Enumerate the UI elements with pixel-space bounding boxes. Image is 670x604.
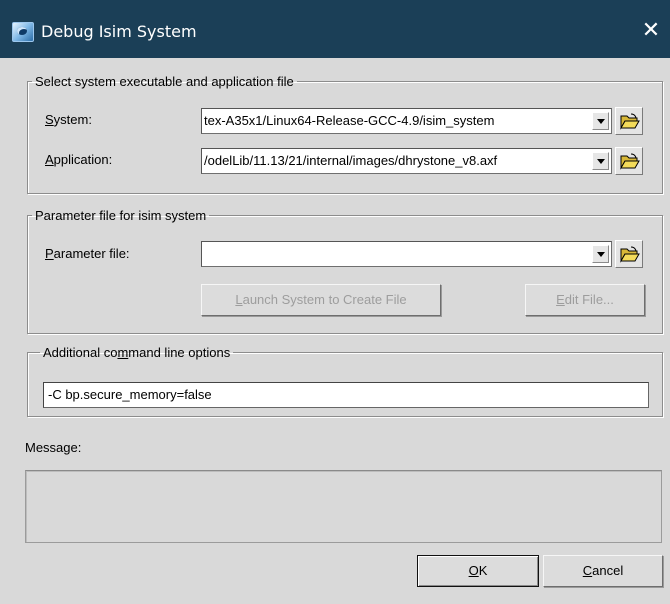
edit-file-button[interactable]: Edit File... <box>525 284 645 316</box>
ok-button[interactable]: OK <box>417 555 539 587</box>
message-label: Message: <box>25 440 82 455</box>
folder-open-icon <box>620 246 640 263</box>
browse-parameter-button[interactable] <box>615 240 643 268</box>
folder-open-icon <box>620 113 640 130</box>
application-label: Application: <box>45 152 113 167</box>
chevron-down-icon[interactable] <box>592 152 609 170</box>
parameter-group-legend: Parameter file for isim system <box>35 208 207 223</box>
system-executable-group: Select system executable and application… <box>27 74 663 194</box>
system-label: System: <box>45 112 92 127</box>
browse-system-button[interactable] <box>615 107 643 135</box>
folder-open-icon <box>620 153 640 170</box>
system-group-legend: Select system executable and application… <box>35 74 294 89</box>
browse-application-button[interactable] <box>615 147 643 175</box>
chevron-down-icon[interactable] <box>592 112 609 130</box>
system-value: tex-A35x1/Linux64-Release-GCC-4.9/isim_s… <box>204 113 495 128</box>
parameter-file-label: Parameter file: <box>45 246 130 261</box>
application-value: /odelLib/11.13/21/internal/images/dhryst… <box>204 153 498 168</box>
command-line-options-input[interactable]: -C bp.secure_memory=false <box>43 382 649 408</box>
chevron-down-icon[interactable] <box>592 245 609 263</box>
window-title: Debug Isim System <box>41 22 197 41</box>
title-bar: Debug Isim System ✕ <box>0 0 670 58</box>
close-icon[interactable]: ✕ <box>638 17 664 43</box>
parameter-file-combo[interactable] <box>201 241 612 267</box>
app-icon <box>12 22 34 42</box>
cancel-button[interactable]: Cancel <box>543 555 663 587</box>
options-group-legend: Additional command line options <box>43 345 231 360</box>
message-area <box>25 470 662 543</box>
launch-system-button[interactable]: Launch System to Create File <box>201 284 441 316</box>
application-combo[interactable]: /odelLib/11.13/21/internal/images/dhryst… <box>201 148 612 174</box>
system-combo[interactable]: tex-A35x1/Linux64-Release-GCC-4.9/isim_s… <box>201 108 612 134</box>
